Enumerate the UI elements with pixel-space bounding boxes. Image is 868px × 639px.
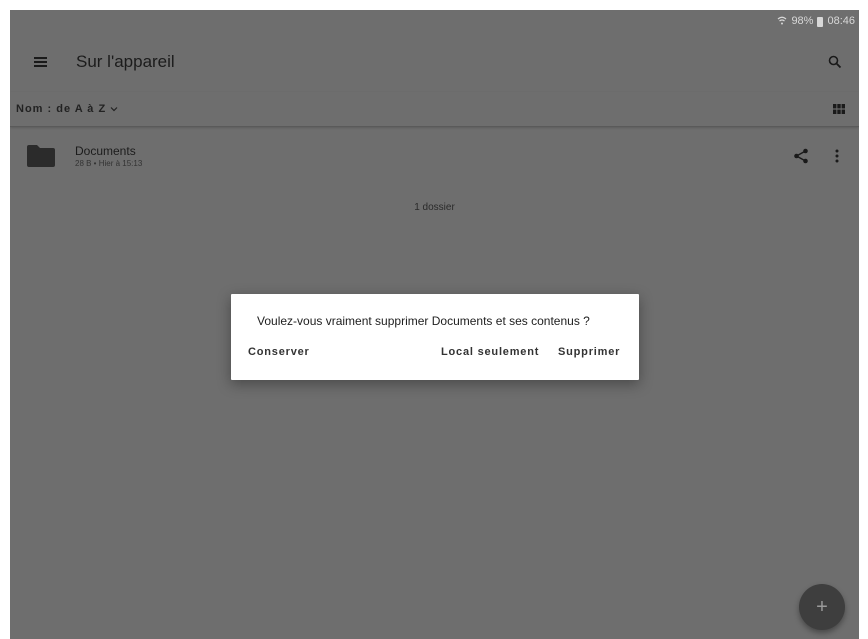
menu-icon[interactable] bbox=[12, 38, 68, 86]
dialog-message: Voulez-vous vraiment supprimer Documents… bbox=[257, 314, 590, 328]
list-item[interactable]: Documents 28 B • Hier à 15:13 bbox=[10, 128, 859, 184]
battery-icon bbox=[817, 17, 824, 27]
file-info: Documents 28 B • Hier à 15:13 bbox=[75, 144, 783, 169]
chevron-down-icon bbox=[110, 103, 118, 115]
folder-count: 1 dossier bbox=[414, 202, 455, 213]
folder-icon bbox=[27, 145, 55, 167]
battery-percent: 98% bbox=[791, 15, 814, 27]
search-icon[interactable] bbox=[811, 38, 859, 86]
device-screen: 98% 08:46 Sur l'appareil Nom : de A à Z bbox=[10, 10, 859, 639]
delete-button[interactable]: Supprimer bbox=[558, 346, 620, 358]
local-only-button[interactable]: Local seulement bbox=[441, 346, 539, 358]
file-name: Documents bbox=[75, 143, 136, 158]
wifi-icon bbox=[777, 16, 787, 26]
page-title: Sur l'appareil bbox=[76, 52, 175, 71]
plus-icon: + bbox=[816, 596, 828, 618]
keep-button[interactable]: Conserver bbox=[248, 346, 310, 358]
app-bar: Sur l'appareil bbox=[10, 32, 859, 92]
grid-view-icon[interactable] bbox=[819, 92, 859, 126]
file-meta: 28 B • Hier à 15:13 bbox=[75, 158, 143, 168]
sort-label: Nom : de A à Z bbox=[16, 103, 107, 115]
status-time: 08:46 bbox=[827, 15, 855, 27]
more-vert-icon[interactable] bbox=[819, 136, 855, 176]
delete-confirm-dialog: Voulez-vous vraiment supprimer Documents… bbox=[231, 294, 639, 380]
add-button[interactable]: + bbox=[799, 584, 845, 630]
sort-dropdown[interactable]: Nom : de A à Z bbox=[16, 103, 819, 115]
sort-bar: Nom : de A à Z bbox=[10, 92, 859, 127]
share-icon[interactable] bbox=[783, 136, 819, 176]
status-bar: 98% 08:46 bbox=[10, 10, 859, 32]
